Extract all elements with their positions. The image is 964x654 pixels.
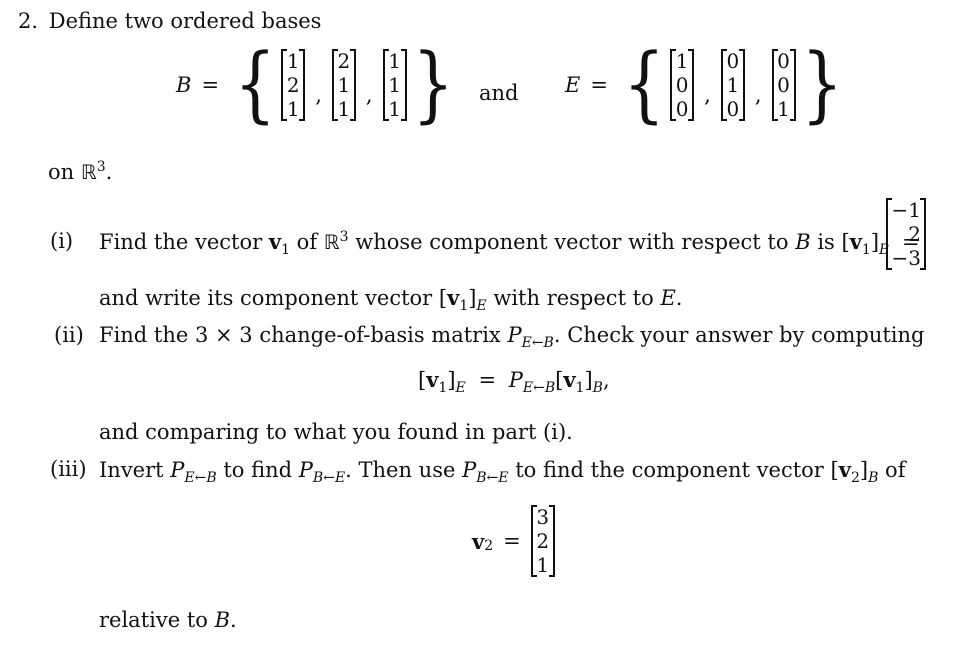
basis-e-definition: E = { 1 0 0 , 0 1 0 , 0 0 1 } bbox=[565, 37, 843, 132]
basis-b-name: B bbox=[176, 73, 192, 97]
part-ii-line-2: and comparing to what you found in part … bbox=[99, 420, 573, 444]
problem-number: 2. bbox=[18, 9, 39, 33]
equals-sign: = bbox=[201, 73, 220, 97]
conjunction-and: and bbox=[479, 81, 519, 105]
right-brace: } bbox=[411, 37, 454, 132]
basis-e-vector-2: 0 1 0 bbox=[720, 49, 745, 121]
part-i-line-2: and write its component vector [v1]E wit… bbox=[99, 285, 683, 314]
equals-sign: = bbox=[590, 73, 608, 97]
basis-e-name: E bbox=[565, 73, 581, 97]
basis-b-vector-1: 1 2 1 bbox=[281, 49, 306, 121]
part-i-line-1: Find the vector v1 of ℝ3 whose component… bbox=[99, 229, 920, 258]
problem-intro: Define two ordered bases bbox=[48, 9, 322, 33]
part-i-label: (i) bbox=[50, 229, 74, 253]
part-iii-line-1: Invert PE←B to find PB←E. Then use PB←E … bbox=[99, 457, 906, 486]
left-brace: { bbox=[234, 37, 277, 132]
left-brace: { bbox=[623, 37, 665, 132]
part-iii-closing: relative to B. bbox=[99, 608, 237, 632]
real-numbers-symbol: ℝ bbox=[80, 160, 97, 184]
vector-v2: 3 2 1 bbox=[530, 505, 555, 577]
basis-b-vector-3: 1 1 1 bbox=[382, 49, 407, 121]
part-iii-label: (iii) bbox=[50, 457, 87, 481]
space-statement: on ℝ3. bbox=[48, 159, 113, 184]
basis-e-vector-3: 0 0 1 bbox=[771, 49, 796, 121]
part-ii-equation: [v1]E = PE←B[v1]B, bbox=[418, 367, 610, 396]
vector-v2-definition: v2 = 3 2 1 bbox=[472, 505, 555, 577]
right-brace: } bbox=[800, 37, 843, 132]
part-ii-label: (ii) bbox=[54, 323, 84, 347]
basis-e-vector-1: 1 0 0 bbox=[670, 49, 695, 121]
given-component-vector-v1-b: −1 2 −3 bbox=[886, 198, 926, 270]
part-ii-line-1: Find the 3 × 3 change-of-basis matrix PE… bbox=[99, 323, 925, 351]
problem-header: 2. Define two ordered bases bbox=[18, 9, 321, 33]
basis-b-vector-2: 2 1 1 bbox=[331, 49, 356, 121]
basis-b-definition: B = { 1 2 1 , 2 1 1 , 1 1 1 } bbox=[176, 37, 454, 132]
